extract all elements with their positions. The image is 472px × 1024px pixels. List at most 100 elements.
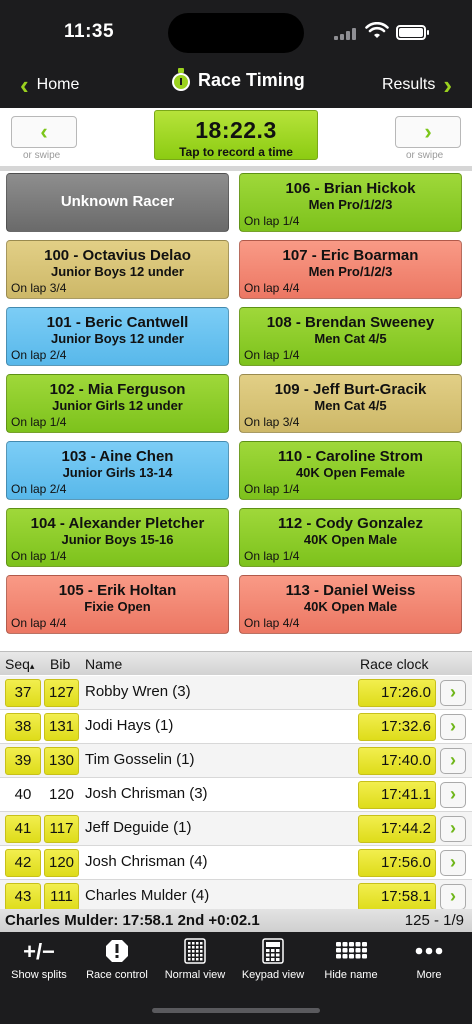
chevron-left-icon: ‹	[40, 119, 48, 144]
more-button[interactable]: More	[390, 936, 468, 981]
table-header: Seq▴ Bib Name Race clock	[0, 651, 472, 675]
racer-class: Men Cat 4/5	[314, 331, 387, 346]
racer-tile[interactable]: 106 - Brian Hickok Men Pro/1/2/3 On lap 1/…	[239, 173, 462, 232]
normal-view-button[interactable]: Normal view	[156, 936, 234, 981]
table-row[interactable]: 37 127 Robby Wren (3) 17:26.0 ›	[0, 676, 472, 710]
race-clock-cell[interactable]: 17:56.0	[358, 849, 436, 877]
table-row[interactable]: 39 130 Tim Gosselin (1) 17:40.0 ›	[0, 744, 472, 778]
seq-cell[interactable]: 42	[5, 849, 41, 877]
race-clock-cell[interactable]: 17:32.6	[358, 713, 436, 741]
racer-tile[interactable]: 102 - Mia Ferguson Junior Girls 12 under O…	[6, 374, 229, 433]
hide-name-button[interactable]: Hide name	[312, 936, 390, 981]
racer-name: 110 - Caroline Strom	[277, 448, 424, 465]
wifi-icon	[365, 22, 389, 38]
unknown-racer-button[interactable]: Unknown Racer	[6, 173, 229, 232]
racer-tile[interactable]: 109 - Jeff Burt-Gracik Men Cat 4/5 On lap …	[239, 374, 462, 433]
table-row[interactable]: 38 131 Jodi Hays (1) 17:32.6 ›	[0, 710, 472, 744]
row-detail-button[interactable]: ›	[440, 680, 466, 706]
bib-cell[interactable]: 130	[44, 747, 79, 775]
racer-tile[interactable]: 107 - Eric Boarman Men Pro/1/2/3 On lap 4/…	[239, 240, 462, 299]
racer-name-cell: Jeff Deguide (1)	[85, 819, 192, 836]
record-time-button[interactable]: 18:22.3 Tap to record a time	[154, 110, 318, 160]
row-detail-button[interactable]: ›	[440, 850, 466, 876]
racer-tile[interactable]: 101 - Beric Cantwell Junior Boys 12 under…	[6, 307, 229, 366]
home-back-button[interactable]: ‹ Home	[20, 70, 79, 100]
more-dots-icon	[390, 936, 468, 966]
table-row[interactable]: 41 117 Jeff Deguide (1) 17:44.2 ›	[0, 812, 472, 846]
bib-cell[interactable]: 111	[44, 883, 79, 911]
racer-lap: On lap 4/4	[11, 616, 67, 630]
racer-name: 105 - Erik Holtan	[58, 582, 177, 599]
seq-cell[interactable]: 39	[5, 747, 41, 775]
racer-tile[interactable]: 104 - Alexander Pletcher Junior Boys 15-1…	[6, 508, 229, 567]
clock-row: ‹ or swipe 18:22.3 Tap to record a time …	[0, 108, 472, 166]
race-clock-cell[interactable]: 17:26.0	[358, 679, 436, 707]
racer-tile[interactable]: 112 - Cody Gonzalez 40K Open Male On lap 1…	[239, 508, 462, 567]
column-bib[interactable]: Bib	[50, 656, 70, 672]
chevron-right-icon: ›	[450, 716, 456, 736]
race-control-button[interactable]: Race control	[78, 936, 156, 981]
bib-cell[interactable]: 117	[44, 815, 79, 843]
stopwatch-icon	[170, 68, 192, 92]
race-clock-cell[interactable]: 17:58.1	[358, 883, 436, 911]
results-button[interactable]: Results ›	[382, 70, 452, 100]
racer-class: 40K Open Female	[295, 465, 406, 480]
racer-lap: On lap 1/4	[244, 482, 300, 496]
racer-tile[interactable]: 113 - Daniel Weiss 40K Open Male On lap 4/…	[239, 575, 462, 634]
seq-cell[interactable]: 40	[5, 781, 41, 809]
table-row[interactable]: 42 120 Josh Chrisman (4) 17:56.0 ›	[0, 846, 472, 880]
next-button[interactable]: ›	[395, 116, 461, 148]
seq-cell[interactable]: 43	[5, 883, 41, 911]
racer-tile[interactable]: 100 - Octavius Delao Junior Boys 12 under…	[6, 240, 229, 299]
seq-cell[interactable]: 41	[5, 815, 41, 843]
table-row[interactable]: 40 120 Josh Chrisman (3) 17:41.1 ›	[0, 778, 472, 812]
seq-cell[interactable]: 37	[5, 679, 41, 707]
divider	[0, 166, 472, 171]
cellular-signal-icon	[334, 28, 358, 40]
plus-minus-icon: +/−	[0, 936, 78, 966]
dynamic-island	[168, 13, 304, 53]
bib-cell[interactable]: 127	[44, 679, 79, 707]
bib-cell[interactable]: 120	[44, 849, 79, 877]
show-splits-button[interactable]: +/− Show splits	[0, 936, 78, 981]
grid-view-icon	[156, 936, 234, 966]
row-detail-button[interactable]: ›	[440, 782, 466, 808]
racer-name: 109 - Jeff Burt-Gracik	[274, 381, 427, 398]
chevron-right-icon: ›	[450, 750, 456, 770]
status-bar: 11:35	[0, 0, 472, 62]
previous-button[interactable]: ‹	[11, 116, 77, 148]
row-detail-button[interactable]: ›	[440, 748, 466, 774]
race-clock-cell[interactable]: 17:41.1	[358, 781, 436, 809]
bib-cell[interactable]: 120	[44, 781, 79, 809]
column-name[interactable]: Name	[85, 656, 122, 672]
race-clock-cell[interactable]: 17:44.2	[358, 815, 436, 843]
seq-cell[interactable]: 38	[5, 713, 41, 741]
racer-lap: On lap 1/4	[11, 549, 67, 563]
racer-class: Fixie Open	[84, 599, 151, 614]
row-detail-button[interactable]: ›	[440, 816, 466, 842]
column-seq[interactable]: Seq▴	[5, 656, 34, 672]
nav-title: Race Timing	[170, 68, 305, 92]
toolbar-label: Normal view	[164, 969, 226, 981]
racer-tile[interactable]: 105 - Erik Holtan Fixie Open On lap 4/4	[6, 575, 229, 634]
row-detail-button[interactable]: ›	[440, 884, 466, 910]
racer-tile[interactable]: 108 - Brendan Sweeney Men Cat 4/5 On lap 1…	[239, 307, 462, 366]
racer-name: 107 - Eric Boarman	[282, 247, 419, 264]
racer-class: Men Pro/1/2/3	[308, 197, 393, 212]
race-clock-cell[interactable]: 17:40.0	[358, 747, 436, 775]
alert-octagon-icon	[78, 936, 156, 966]
home-label: Home	[36, 76, 80, 93]
bib-cell[interactable]: 131	[44, 713, 79, 741]
keypad-view-button[interactable]: Keypad view	[234, 936, 312, 981]
racer-tile[interactable]: 110 - Caroline Strom 40K Open Female On la…	[239, 441, 462, 500]
toolbar-label: Race control	[86, 969, 148, 981]
column-race-clock[interactable]: Race clock	[360, 656, 428, 672]
status-time: 11:35	[64, 21, 115, 42]
row-detail-button[interactable]: ›	[440, 714, 466, 740]
nav-bar: ‹ Home Race Timing Results ›	[0, 62, 472, 108]
chevron-right-icon: ›	[450, 682, 456, 702]
racer-lap: On lap 2/4	[11, 348, 67, 362]
racer-name: 106 - Brian Hickok	[285, 180, 416, 197]
racer-tile[interactable]: 103 - Aine Chen Junior Girls 13-14 On lap …	[6, 441, 229, 500]
toolbar-label: More	[416, 969, 442, 981]
